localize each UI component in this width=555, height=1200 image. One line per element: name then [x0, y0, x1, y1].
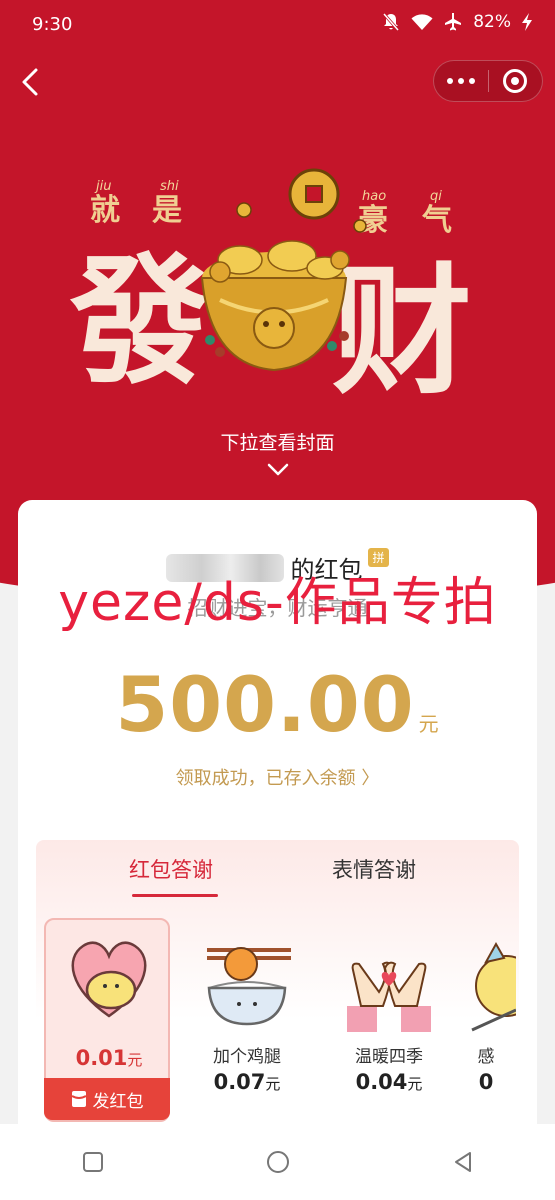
- item-price: 0.01元: [75, 1046, 143, 1070]
- heart-hug-icon: [71, 941, 147, 1018]
- word-shi: 是: [152, 193, 182, 228]
- thanks-item-warm-seasons[interactable]: 温暖四季 0.04元: [326, 918, 452, 1128]
- send-red-packet-button[interactable]: 发红包: [44, 1078, 170, 1120]
- circle-icon: [266, 1151, 289, 1173]
- big-char-fa: 發: [70, 241, 210, 400]
- yellow-character-icon: [471, 941, 516, 1032]
- target-icon: [503, 69, 528, 93]
- thanks-tabs: 红包答谢 表情答谢: [36, 854, 519, 900]
- miniapp-capsule: [433, 60, 543, 102]
- thanks-panel: 红包答谢 表情答谢 0.01元 发红包 加个鸡腿 0.07元 温暖四季 0.04…: [36, 840, 519, 1140]
- airplane-icon: [445, 13, 462, 31]
- thanks-item-chicken-leg[interactable]: 加个鸡腿 0.07元: [184, 918, 310, 1128]
- big-char-cai: 财: [332, 251, 472, 400]
- word-jiu: 就: [90, 193, 120, 228]
- gold-coin-icon: [288, 168, 340, 220]
- item-price: 0.04元: [355, 1070, 423, 1094]
- item-name: 温暖四季: [355, 1047, 423, 1067]
- triangle-back-icon: [454, 1152, 471, 1172]
- item-price: 0: [478, 1070, 494, 1094]
- pull-down-hint: 下拉查看封面: [220, 432, 335, 454]
- wifi-icon: [411, 14, 433, 30]
- tab-sticker-thanks[interactable]: 表情答谢: [332, 854, 416, 884]
- chevron-down-icon: [267, 463, 289, 476]
- red-packet-icon: [71, 1091, 86, 1107]
- tab-underline: [132, 894, 218, 897]
- thanks-items: 0.01元 发红包 加个鸡腿 0.07元 温暖四季 0.04元 感 0: [36, 918, 519, 1140]
- heart-hands-icon: [347, 961, 431, 1032]
- treasure-bowl-icon: [200, 240, 350, 372]
- status-bar: 9:30 82%: [0, 0, 555, 50]
- mute-bell-icon: [383, 13, 400, 31]
- amount-unit: 元: [418, 712, 440, 736]
- close-miniapp-button[interactable]: [489, 60, 542, 102]
- item-name: 加个鸡腿: [213, 1047, 281, 1067]
- status-icons: 82%: [381, 12, 533, 32]
- pinyin-qi: qi: [430, 189, 442, 204]
- amount: 500.00 元: [18, 660, 537, 749]
- more-button[interactable]: [434, 60, 488, 102]
- received-balance-link[interactable]: 领取成功，已存入余额 〉: [18, 764, 537, 790]
- recents-button[interactable]: [63, 1132, 123, 1192]
- battery-text: 82%: [473, 12, 511, 32]
- pinyin-hao: hao: [362, 189, 386, 204]
- charging-icon: [522, 13, 532, 31]
- square-icon: [82, 1152, 103, 1172]
- rice-bowl-icon: [207, 947, 291, 1026]
- thanks-item-heart[interactable]: 0.01元 发红包: [44, 918, 170, 1122]
- item-name: 感: [477, 1047, 495, 1067]
- back-button[interactable]: [433, 1132, 493, 1192]
- watermark-text: yeze/ds-作品专拍: [58, 573, 497, 633]
- pinyin-jiu: jiu: [94, 179, 111, 194]
- status-time: 9:30: [32, 14, 73, 35]
- tab-red-packet-thanks[interactable]: 红包答谢: [129, 854, 213, 884]
- amount-value: 500.00: [115, 660, 415, 749]
- item-price: 0.07元: [213, 1070, 281, 1094]
- home-button[interactable]: [248, 1132, 308, 1192]
- word-qi: 气: [422, 203, 452, 238]
- thanks-item-partial[interactable]: 感 0: [456, 918, 516, 1128]
- pinyin-shi: shi: [160, 179, 179, 194]
- system-nav-bar: [0, 1124, 555, 1200]
- back-arrow-icon[interactable]: [14, 64, 50, 100]
- cover-illustration: jiu shi hao qi 就 是 豪 气 發 财: [70, 168, 472, 400]
